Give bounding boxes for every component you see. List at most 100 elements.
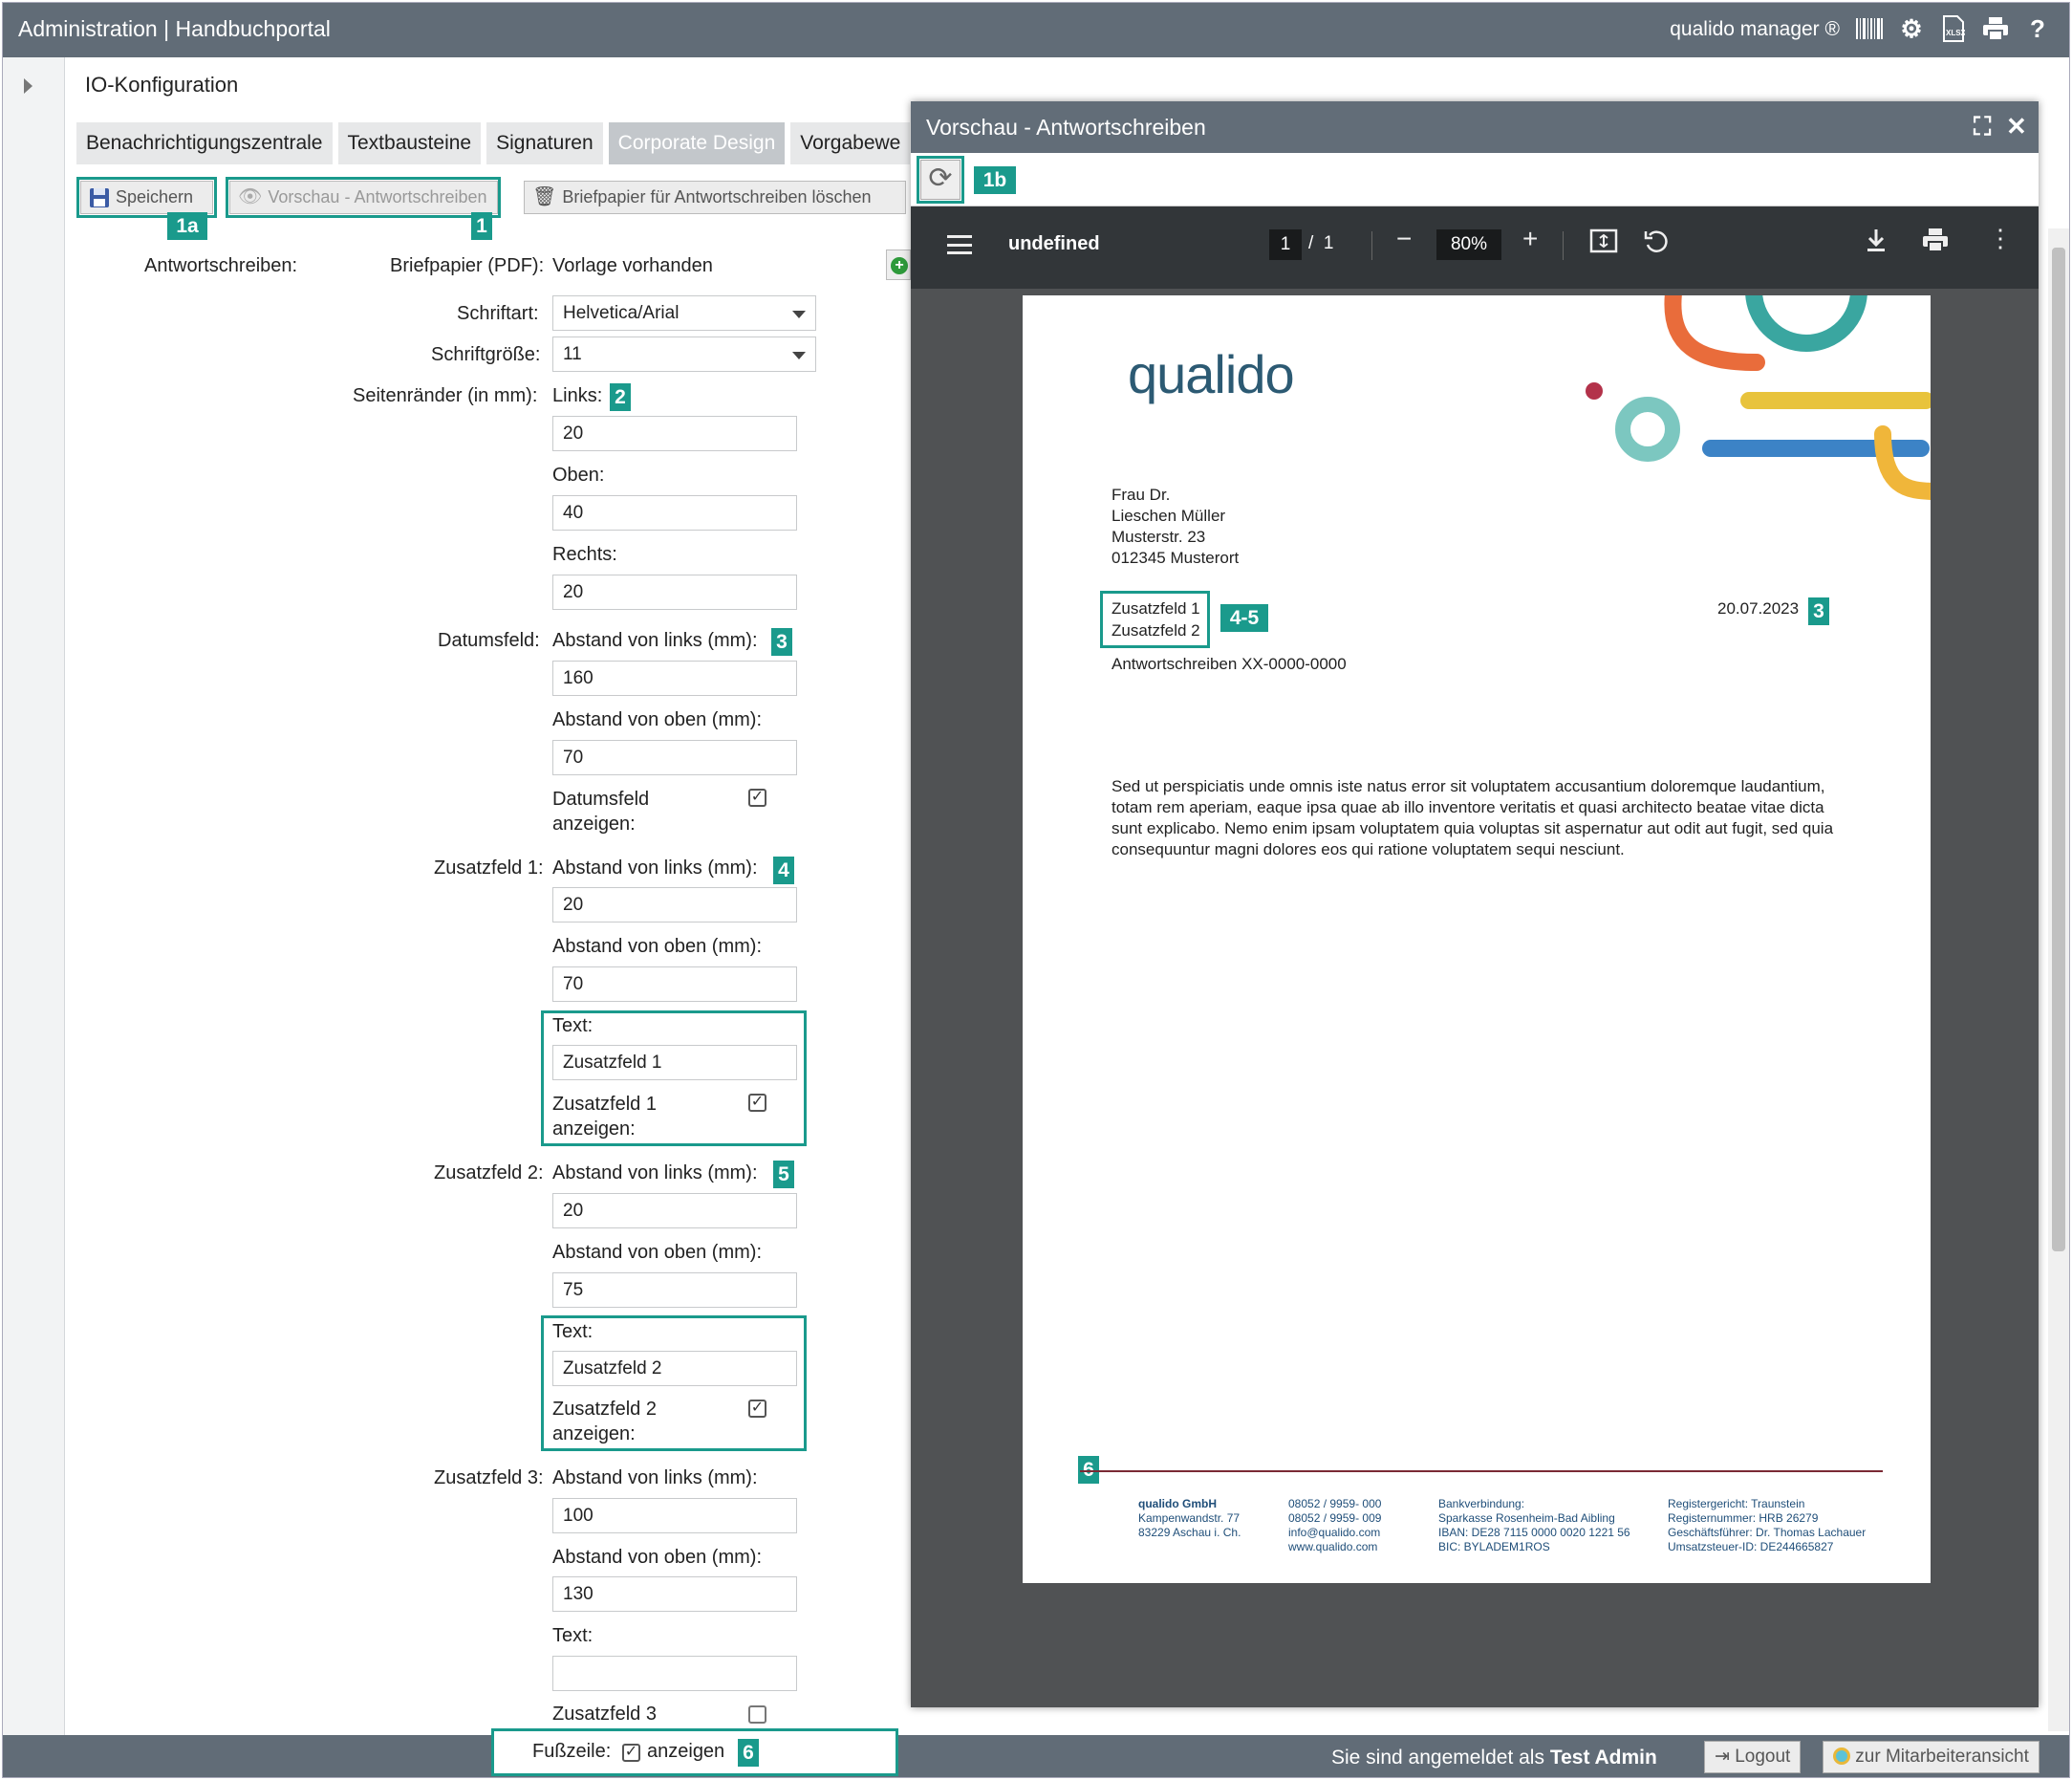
footer-line: BIC: BYLADEM1ROS xyxy=(1438,1540,1550,1553)
margin-right-input[interactable]: 20 xyxy=(552,575,797,610)
extra-field-3-label: Zusatzfeld 3: xyxy=(434,1467,544,1488)
badge-4: 4 xyxy=(773,857,794,884)
toolbar-divider xyxy=(1563,231,1564,260)
badge-4-5: 4-5 xyxy=(1220,604,1268,632)
date-show-checkbox[interactable]: ✓ xyxy=(748,789,766,807)
xlsx-icon[interactable]: XLSX xyxy=(1939,13,1968,44)
page-scrollbar[interactable] xyxy=(2048,228,2069,1731)
footer-line: Bankverbindung: xyxy=(1438,1497,1525,1510)
rotate-icon[interactable] xyxy=(1643,228,1672,261)
extra3-top-label: Abstand von oben (mm): xyxy=(552,1547,762,1568)
logout-button[interactable]: ⇥ Logout xyxy=(1704,1741,1802,1773)
tab-signatures[interactable]: Signaturen xyxy=(486,122,603,164)
date-left-input[interactable]: 160 xyxy=(552,661,797,696)
extra2-text-input[interactable]: Zusatzfeld 2 xyxy=(552,1351,797,1386)
employee-view-label: zur Mitarbeiteransicht xyxy=(1855,1747,2029,1767)
extra2-show-checkbox[interactable]: ✓ xyxy=(748,1400,766,1418)
badge-1: 1 xyxy=(471,212,492,240)
extra2-show-label-line1: Zusatzfeld 2 xyxy=(552,1399,657,1420)
letter-logo: qualido xyxy=(1128,344,1295,404)
footer-company: qualido GmbH Kampenwandstr. 77 83229 Asc… xyxy=(1138,1497,1241,1540)
footer-line: 83229 Aschau i. Ch. xyxy=(1138,1526,1241,1539)
footer-line: info@qualido.com xyxy=(1288,1526,1381,1539)
margin-left-input[interactable]: 20 xyxy=(552,416,797,451)
extra3-show-label: Zusatzfeld 3 xyxy=(552,1704,657,1725)
chevron-down-icon xyxy=(792,352,806,359)
fit-page-icon[interactable] xyxy=(1589,228,1618,261)
badge-6: 6 xyxy=(738,1739,759,1767)
highlight-preview xyxy=(226,177,501,218)
zoom-in-icon[interactable]: + xyxy=(1522,224,1538,254)
add-button[interactable]: + xyxy=(886,250,911,280)
barcode-icon[interactable] xyxy=(1855,13,1884,44)
page-title: IO-Konfiguration xyxy=(85,73,239,97)
tab-notifications[interactable]: Benachrichtigungszentrale xyxy=(76,122,333,164)
svg-text:XLSX: XLSX xyxy=(1946,29,1965,37)
tab-text-blocks[interactable]: Textbausteine xyxy=(337,122,482,164)
brand-name: qualido manager ® xyxy=(1670,18,1840,40)
more-icon[interactable]: ⋮ xyxy=(1988,224,2013,253)
badge-3-pdf: 3 xyxy=(1808,597,1829,625)
extra-field-2-label: Zusatzfeld 2: xyxy=(434,1162,544,1183)
modal-title: Vorschau - Antwortschreiben xyxy=(926,115,1206,140)
font-size-select[interactable]: 11 xyxy=(552,336,816,372)
date-top-label: Abstand von oben (mm): xyxy=(552,709,762,730)
extra1-text-input[interactable]: Zusatzfeld 1 xyxy=(552,1045,797,1080)
footer-line: IBAN: DE28 7115 0000 0020 1221 56 xyxy=(1438,1526,1630,1539)
print-icon[interactable] xyxy=(1981,13,2010,44)
login-prefix: Sie sind angemeldet als xyxy=(1331,1747,1544,1769)
date-top-input[interactable]: 70 xyxy=(552,740,797,775)
letter-extra-field-2: Zusatzfeld 2 xyxy=(1112,621,1200,640)
footer-setting: Fußzeile: ✓ anzeigen 6 xyxy=(491,1728,898,1776)
footer-line: Sparkasse Rosenheim-Bad Aibling xyxy=(1438,1511,1615,1525)
footer-line: 08052 / 9959- 009 xyxy=(1288,1511,1382,1525)
font-select-value: Helvetica/Arial xyxy=(563,303,680,323)
extra1-top-input[interactable]: 70 xyxy=(552,966,797,1002)
extra2-top-input[interactable]: 75 xyxy=(552,1272,797,1308)
letter-date: 20.07.2023 xyxy=(1717,599,1800,618)
page-number-input[interactable]: 1 xyxy=(1269,229,1302,260)
letterhead-value: Vorlage vorhanden xyxy=(552,255,713,276)
tab-bar: Benachrichtigungszentrale Textbausteine … xyxy=(76,122,911,164)
zoom-level[interactable]: 80% xyxy=(1436,229,1501,260)
scrollbar-thumb[interactable] xyxy=(2052,248,2065,1251)
fullscreen-icon[interactable]: ⛶ xyxy=(1974,112,1991,142)
letter-subject: Antwortschreiben XX-0000-0000 xyxy=(1112,655,1347,673)
margin-top-input[interactable]: 40 xyxy=(552,495,797,531)
footer-show-checkbox[interactable]: ✓ xyxy=(622,1744,640,1762)
expand-sidebar-icon[interactable] xyxy=(24,78,32,94)
top-bar: Administration | Handbuchportal qualido … xyxy=(3,3,2069,57)
extra3-show-checkbox[interactable] xyxy=(748,1705,766,1724)
extra3-text-input[interactable] xyxy=(552,1656,797,1691)
extra3-top-input[interactable]: 130 xyxy=(552,1576,797,1612)
footer-line: www.qualido.com xyxy=(1288,1540,1378,1553)
recipient-address: Frau Dr. Lieschen Müller Musterstr. 23 0… xyxy=(1112,485,1239,569)
gears-icon[interactable]: ⚙ xyxy=(1897,13,1926,44)
margins-label: Seitenränder (in mm): xyxy=(353,385,538,406)
font-size-label: Schriftgröße: xyxy=(431,344,541,365)
extra1-show-checkbox[interactable]: ✓ xyxy=(748,1094,766,1112)
footer-label: Fußzeile: xyxy=(532,1741,612,1762)
font-select[interactable]: Helvetica/Arial xyxy=(552,295,816,331)
extra3-left-input[interactable]: 100 xyxy=(552,1498,797,1533)
print-icon[interactable] xyxy=(1922,228,1949,259)
delete-letterhead-button[interactable]: 🗑 Briefpapier für Antwortschreiben lösch… xyxy=(524,181,906,214)
tab-corporate-design[interactable]: Corporate Design xyxy=(608,122,786,164)
menu-icon[interactable] xyxy=(947,235,972,254)
extra2-text-label: Text: xyxy=(552,1321,594,1342)
highlight-reload xyxy=(917,156,964,204)
extra1-text-label: Text: xyxy=(552,1015,594,1036)
address-line: Frau Dr. xyxy=(1112,486,1171,504)
pdf-file-name: undefined xyxy=(1008,233,1100,254)
extra2-left-input[interactable]: 20 xyxy=(552,1193,797,1228)
zoom-out-icon[interactable]: − xyxy=(1396,224,1412,254)
download-icon[interactable] xyxy=(1865,228,1888,259)
address-line: 012345 Musterort xyxy=(1112,549,1240,567)
extra1-left-input[interactable]: 20 xyxy=(552,887,797,923)
font-size-select-value: 11 xyxy=(563,344,582,364)
help-icon[interactable]: ? xyxy=(2023,13,2052,44)
extra1-top-label: Abstand von oben (mm): xyxy=(552,936,762,957)
tab-defaults[interactable]: Vorgabewe xyxy=(790,122,911,164)
close-icon[interactable]: ✕ xyxy=(2006,112,2027,141)
employee-view-button[interactable]: zur Mitarbeiteransicht xyxy=(1823,1741,2040,1773)
